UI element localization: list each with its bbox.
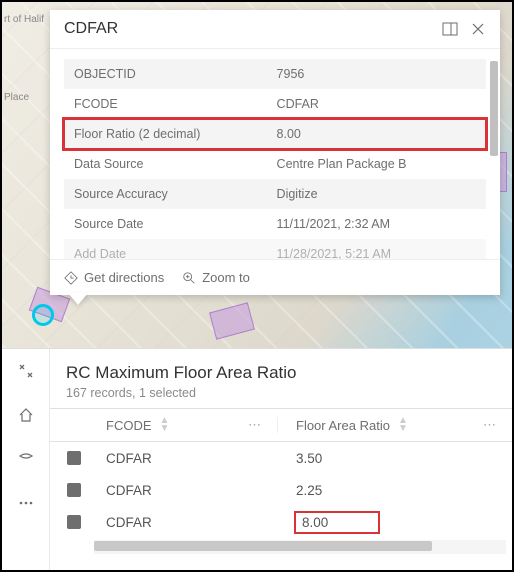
- attr-row: Source Date11/11/2021, 2:32 AM: [64, 209, 486, 239]
- home-button[interactable]: [2, 393, 49, 437]
- cell-far-highlighted: 8.00: [278, 513, 512, 532]
- close-icon[interactable]: [470, 21, 486, 37]
- row-select-icon[interactable]: [67, 483, 81, 497]
- sort-icon[interactable]: ▲▼: [398, 417, 408, 433]
- table-row[interactable]: CDFAR 2.25: [50, 474, 512, 506]
- attr-row: FCODECDFAR: [64, 89, 486, 119]
- data-grid: FCODE ▲▼ ⋯ Floor Area Ratio ▲▼ ⋯ CDFAR 3…: [50, 408, 512, 570]
- get-directions-button[interactable]: Get directions: [64, 270, 164, 285]
- table-row[interactable]: CDFAR 3.50: [50, 442, 512, 474]
- popup-scrollbar[interactable]: [490, 61, 498, 156]
- column-header-fcode[interactable]: FCODE ▲▼ ⋯: [98, 417, 278, 433]
- column-header-far[interactable]: Floor Area Ratio ▲▼ ⋯: [278, 417, 512, 433]
- row-select-icon[interactable]: [67, 515, 81, 529]
- cell-fcode: CDFAR: [98, 515, 278, 530]
- panel-subtitle: 167 records, 1 selected: [66, 386, 496, 400]
- panel-title: RC Maximum Floor Area Ratio: [66, 363, 496, 383]
- attr-row: OBJECTID7956: [64, 59, 486, 89]
- map-label: rt of Halif: [4, 14, 44, 25]
- attr-row-highlighted: Floor Ratio (2 decimal)8.00: [64, 119, 486, 149]
- selected-feature-marker[interactable]: [32, 304, 54, 326]
- dock-icon[interactable]: [442, 21, 458, 37]
- attr-row: Add Date11/28/2021, 5:21 AM: [64, 239, 486, 259]
- panel-main: RC Maximum Floor Area Ratio 167 records,…: [50, 349, 512, 570]
- cell-fcode: CDFAR: [98, 451, 278, 466]
- popup-header: CDFAR: [50, 10, 500, 49]
- panel-sidebar: [2, 349, 50, 570]
- table-row[interactable]: CDFAR 8.00: [50, 506, 512, 538]
- row-select-icon[interactable]: [67, 451, 81, 465]
- cell-far: 2.25: [278, 483, 512, 498]
- get-directions-label: Get directions: [84, 270, 164, 285]
- feature-popup: CDFAR OBJECTID7956 FCODECDFAR Floor Rati…: [50, 10, 500, 295]
- panel-header: RC Maximum Floor Area Ratio 167 records,…: [50, 349, 512, 408]
- attr-row: Source AccuracyDigitize: [64, 179, 486, 209]
- horizontal-scrollbar[interactable]: [94, 540, 506, 554]
- popup-pointer: [68, 293, 88, 305]
- map-polygon[interactable]: [209, 302, 255, 339]
- zoom-to-label: Zoom to: [202, 270, 250, 285]
- collapse-button[interactable]: [2, 349, 49, 393]
- popup-attributes: OBJECTID7956 FCODECDFAR Floor Ratio (2 d…: [50, 49, 500, 259]
- cell-far: 3.50: [278, 451, 512, 466]
- column-menu-icon[interactable]: ⋯: [483, 417, 496, 433]
- grid-header: FCODE ▲▼ ⋯ Floor Area Ratio ▲▼ ⋯: [50, 408, 512, 442]
- more-button[interactable]: [2, 481, 49, 525]
- popup-footer: Get directions Zoom to: [50, 259, 500, 295]
- map-label: Place: [4, 92, 29, 103]
- filter-button[interactable]: [2, 437, 49, 481]
- column-menu-icon[interactable]: ⋯: [248, 417, 261, 433]
- attribute-table-panel: RC Maximum Floor Area Ratio 167 records,…: [2, 348, 512, 570]
- cell-fcode: CDFAR: [98, 483, 278, 498]
- attr-row: Data SourceCentre Plan Package B: [64, 149, 486, 179]
- sort-icon[interactable]: ▲▼: [160, 417, 170, 433]
- zoom-to-button[interactable]: Zoom to: [182, 270, 250, 285]
- popup-title: CDFAR: [64, 20, 430, 38]
